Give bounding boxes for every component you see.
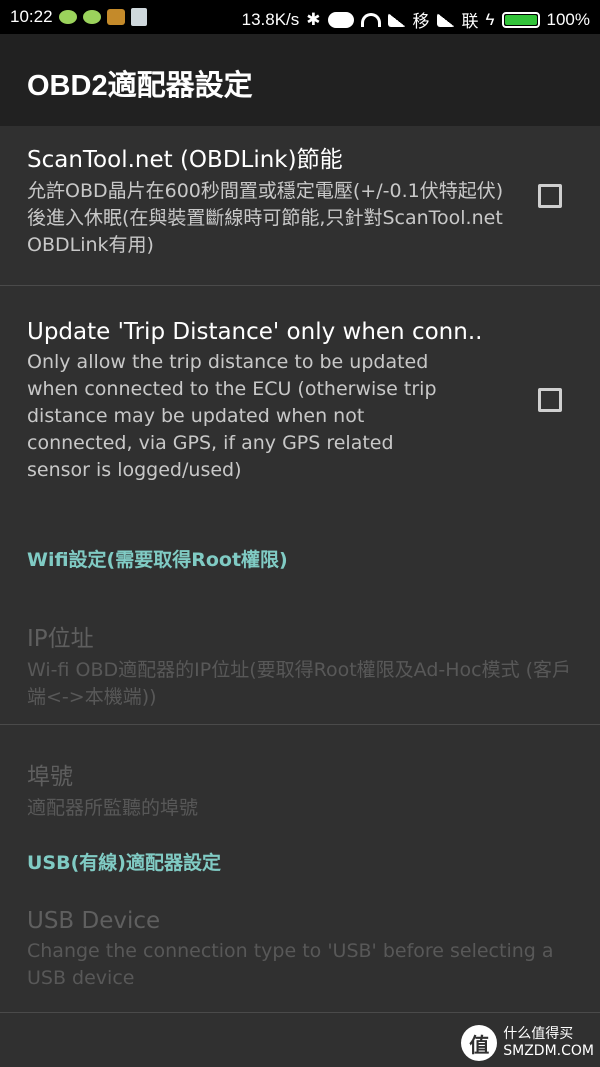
page-title: OBD2適配器設定 [27, 70, 253, 102]
carrier-2: 联 [461, 12, 479, 31]
category-title: USB(有線)適配器設定 [27, 852, 221, 874]
battery-level: 100% [546, 9, 590, 29]
toggle-icon [327, 11, 354, 28]
watermark-logo: 值 [461, 1025, 498, 1061]
scantool-checkbox[interactable] [538, 184, 562, 208]
signal-icon-2 [436, 12, 455, 27]
category-usb: USB(有線)適配器設定 [0, 838, 600, 900]
pref-title: Update 'Trip Distance' only when conn.. [27, 319, 483, 345]
pref-summary: 適配器所監聽的埠號 [27, 797, 199, 819]
watermark-line2: SMZDM.COM [503, 1043, 594, 1059]
watermark: 值 什么值得买 SMZDM.COM [461, 1025, 594, 1061]
charging-icon: ϟ [485, 9, 495, 29]
category-title: Wifi設定(需要取得Root權限) [27, 549, 288, 571]
pref-ip-address[interactable]: IP位址 Wi-fi OBD適配器的IP位址(要取得Root權限及Ad-Hoc模… [0, 591, 600, 724]
battery-icon [501, 11, 540, 28]
pref-summary: Change the connection type to 'USB' befo… [27, 940, 554, 989]
divider [0, 1012, 600, 1013]
pref-title: 埠號 [27, 764, 73, 790]
wechat-icon [58, 10, 77, 24]
app-bar: OBD2適配器設定 [0, 34, 600, 126]
bluetooth-icon: ✱ [306, 9, 321, 29]
carrier-1: 移 [412, 12, 430, 31]
signal-icon [387, 12, 406, 27]
app-notification-icon [106, 9, 125, 25]
document-icon [130, 8, 147, 26]
pref-usb-device[interactable]: USB Device Change the connection type to… [0, 900, 600, 1012]
pref-title: USB Device [27, 908, 161, 934]
pref-scantool-power-save[interactable]: ScanTool.net (OBDLink)節能 允許OBD晶片在600秒間置或… [0, 126, 600, 285]
pref-title: IP位址 [27, 626, 94, 652]
network-speed: 13.8K/s [241, 9, 300, 29]
wechat-icon-2 [82, 10, 101, 24]
pref-summary: Only allow the trip distance to be updat… [27, 351, 437, 481]
watermark-line1: 什么值得买 [503, 1026, 574, 1042]
status-bar: 10:22 13.8K/s ✱ 移 联 ϟ 100% [0, 0, 600, 34]
category-wifi: Wifi設定(需要取得Root權限) [0, 513, 600, 591]
wifi-icon [360, 12, 381, 27]
pref-summary: Wi-fi OBD適配器的IP位址(要取得Root權限及Ad-Hoc模式 (客戶… [27, 659, 572, 708]
trip-distance-checkbox[interactable] [538, 388, 562, 412]
pref-summary: 允許OBD晶片在600秒間置或穩定電壓(+/-0.1伏特起伏)後進入休眠(在與裝… [27, 180, 504, 256]
pref-trip-distance[interactable]: Update 'Trip Distance' only when conn.. … [0, 286, 600, 513]
pref-title: ScanTool.net (OBDLink)節能 [27, 147, 343, 173]
status-time: 10:22 [10, 7, 53, 26]
preferences-list: ScanTool.net (OBDLink)節能 允許OBD晶片在600秒間置或… [0, 126, 600, 1013]
pref-port[interactable]: 埠號 適配器所監聽的埠號 [0, 725, 600, 838]
